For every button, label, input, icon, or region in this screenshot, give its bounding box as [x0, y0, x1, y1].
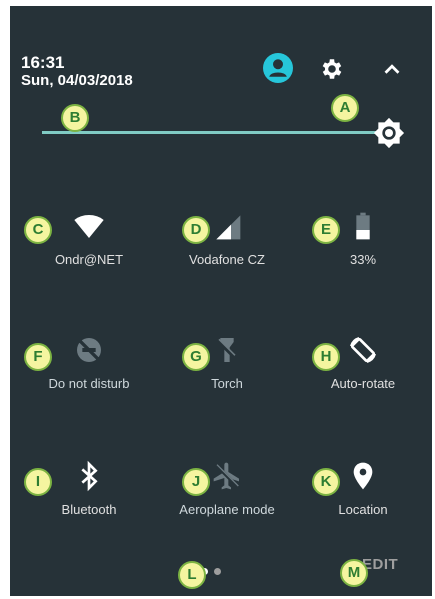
rotate-icon — [349, 336, 377, 364]
flashlight-icon — [216, 338, 238, 362]
callout-g: G — [182, 343, 210, 371]
location-pin-icon — [353, 462, 373, 490]
date-text: Sun, 04/03/2018 — [21, 72, 133, 89]
gear-icon[interactable] — [319, 56, 345, 82]
tile-label-location: Location — [338, 502, 388, 517]
chevron-up-icon[interactable] — [381, 58, 403, 80]
tile-cellular[interactable]: Vodafone CZ — [157, 210, 297, 267]
cellular-signal-icon — [216, 215, 241, 240]
wifi-icon — [74, 215, 104, 238]
callout-e: E — [312, 216, 340, 244]
airplane-icon — [213, 462, 239, 490]
tile-label-do-not-disturb: Do not disturb — [48, 376, 130, 391]
callout-b: B — [61, 104, 89, 132]
callout-i: I — [24, 468, 52, 496]
tile-label-auto-rotate: Auto-rotate — [330, 376, 396, 391]
brightness-slider[interactable] — [42, 131, 388, 134]
bluetooth-icon — [81, 460, 98, 492]
callout-c: C — [24, 216, 52, 244]
tile-label-torch: Torch — [211, 376, 243, 391]
tile-aeroplane-mode[interactable]: Aeroplane mode — [157, 460, 297, 517]
tile-label-wifi: Ondr@NET — [54, 252, 124, 267]
brightness-icon[interactable] — [373, 117, 405, 149]
callout-l: L — [178, 561, 206, 589]
tile-label-bluetooth: Bluetooth — [61, 502, 117, 517]
tile-label-aeroplane-mode: Aeroplane mode — [179, 502, 275, 517]
page-dot[interactable] — [214, 568, 221, 575]
callout-d: D — [182, 216, 210, 244]
callout-k: K — [312, 468, 340, 496]
callout-m: M — [340, 559, 368, 587]
do-not-disturb-icon — [77, 338, 101, 362]
clock-time: 16:31 — [21, 53, 65, 72]
callout-h: H — [312, 343, 340, 371]
tile-label-battery: 33% — [349, 252, 377, 267]
account-circle-icon[interactable] — [263, 53, 293, 83]
callout-j: J — [182, 468, 210, 496]
callout-a: A — [331, 94, 359, 122]
battery-icon — [356, 212, 370, 240]
tile-label-cellular: Vodafone CZ — [189, 252, 265, 267]
callout-f: F — [24, 343, 52, 371]
tile-torch[interactable]: Torch — [157, 334, 297, 391]
